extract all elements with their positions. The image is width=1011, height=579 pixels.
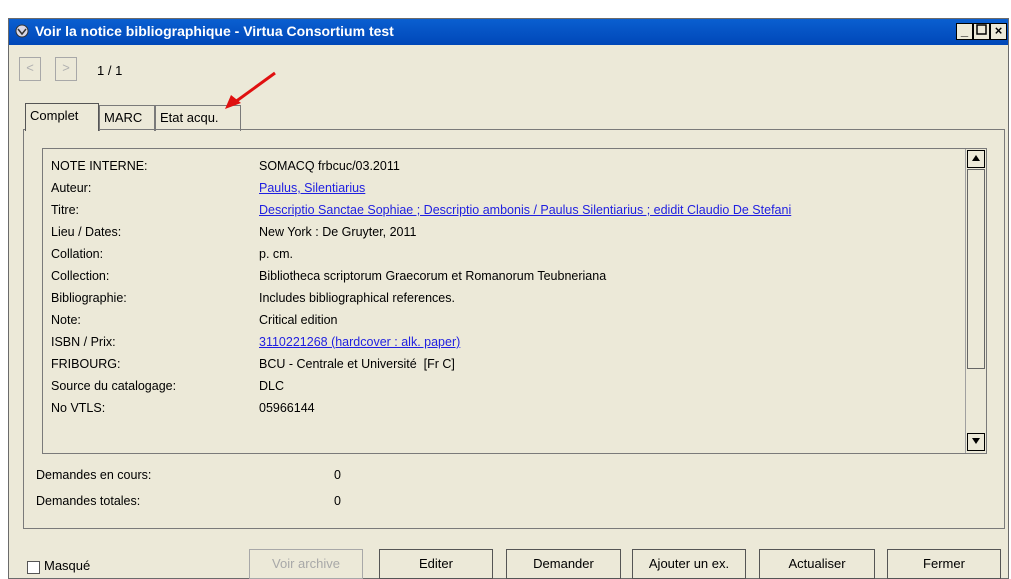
stat-value: 0 <box>334 468 341 482</box>
field-value: Critical edition <box>259 313 338 327</box>
maximize-icon <box>976 24 987 35</box>
field-label: FRIBOURG: <box>51 357 121 371</box>
field-label: NOTE INTERNE: <box>51 159 148 173</box>
field-value: New York : De Gruyter, 2011 <box>259 225 417 239</box>
row-fribourg: FRIBOURG: BCU - Centrale et Université [F… <box>51 353 956 375</box>
record-rows: NOTE INTERNE: SOMACQ frbcuc/03.2011 Auteu… <box>51 155 956 419</box>
field-label: ISBN / Prix: <box>51 335 116 349</box>
footer-bar: Masqué Voir archive Editer Demander Ajou… <box>9 539 1008 579</box>
tab-marc[interactable]: MARC <box>99 105 155 131</box>
row-bibliographie: Bibliographie: Includes bibliographical r… <box>51 287 956 309</box>
row-isbn: ISBN / Prix: 3110221268 (hardcover : alk.… <box>51 331 956 353</box>
vertical-scrollbar[interactable] <box>965 149 986 453</box>
row-collection: Collection: Bibliotheca scriptorum Graeco… <box>51 265 956 287</box>
field-label: Note: <box>51 313 81 327</box>
close-button[interactable]: Fermer <box>887 549 1001 579</box>
arrow-up-icon <box>972 155 980 161</box>
maximize-button[interactable] <box>973 23 990 40</box>
row-no-vtls: No VTLS: 05966144 <box>51 397 956 419</box>
edit-button[interactable]: Editer <box>379 549 493 579</box>
field-value: p. cm. <box>259 247 294 261</box>
add-copy-button[interactable]: Ajouter un ex. <box>632 549 746 579</box>
tab-panel: NOTE INTERNE: SOMACQ frbcuc/03.2011 Auteu… <box>23 129 1005 529</box>
scroll-up-button[interactable] <box>967 150 985 168</box>
row-auteur: Auteur: Paulus, Silentiarius <box>51 177 956 199</box>
author-link[interactable]: Paulus, Silentiarius <box>259 177 365 199</box>
hidden-checkbox[interactable] <box>27 561 40 574</box>
field-label: Collection: <box>51 269 110 283</box>
title-link[interactable]: Descriptio Sanctae Sophiae ; Descriptio … <box>259 199 791 221</box>
stat-value: 0 <box>334 494 341 508</box>
field-label: Lieu / Dates: <box>51 225 122 239</box>
field-label: Source du catalogage: <box>51 379 177 393</box>
stat-label: Demandes totales: <box>36 494 141 508</box>
hidden-checkbox-label[interactable]: Masqué <box>44 558 90 573</box>
row-source: Source du catalogage: DLC <box>51 375 956 397</box>
arrow-down-icon <box>972 438 980 444</box>
row-lieu-dates: Lieu / Dates: New York : De Gruyter, 2011 <box>51 221 956 243</box>
stat-label: Demandes en cours: <box>36 468 152 482</box>
field-label: Collation: <box>51 247 104 261</box>
stat-total: Demandes totales: 0 <box>36 488 436 514</box>
next-record-button[interactable]: > <box>55 57 77 81</box>
field-value: DLC <box>259 379 285 393</box>
annotation-arrow <box>225 71 276 109</box>
request-stats: Demandes en cours: 0 Demandes totales: 0 <box>36 462 436 514</box>
row-note: Note: Critical edition <box>51 309 956 331</box>
row-titre: Titre: Descriptio Sanctae Sophiae ; Descr… <box>51 199 956 221</box>
app-icon <box>15 24 29 38</box>
scrollbar-thumb[interactable] <box>967 169 985 369</box>
record-details: NOTE INTERNE: SOMACQ frbcuc/03.2011 Auteu… <box>42 148 987 454</box>
row-note-interne: NOTE INTERNE: SOMACQ frbcuc/03.2011 <box>51 155 956 177</box>
window-title: Voir la notice bibliographique - Virtua … <box>35 23 394 39</box>
field-label: No VTLS: <box>51 401 106 415</box>
field-value: 05966144 <box>259 401 315 415</box>
prev-record-button[interactable]: < <box>19 57 41 81</box>
stat-current: Demandes en cours: 0 <box>36 462 436 488</box>
record-pager: 1 / 1 <box>97 63 123 78</box>
request-button[interactable]: Demander <box>506 549 621 579</box>
refresh-button[interactable]: Actualiser <box>759 549 875 579</box>
view-archive-button[interactable]: Voir archive <box>249 549 363 579</box>
minimize-button[interactable]: _ <box>956 23 973 40</box>
title-bar[interactable]: Voir la notice bibliographique - Virtua … <box>9 19 1008 45</box>
close-window-button[interactable]: × <box>990 23 1007 40</box>
field-label: Bibliographie: <box>51 291 127 305</box>
record-window: Voir la notice bibliographique - Virtua … <box>8 18 1009 579</box>
field-value: Bibliotheca scriptorum Graecorum et Roma… <box>259 269 607 283</box>
scroll-down-button[interactable] <box>967 433 985 451</box>
row-collation: Collation: p. cm. <box>51 243 956 265</box>
field-value: BCU - Centrale et Université [Fr C] <box>259 357 455 371</box>
isbn-link[interactable]: 3110221268 (hardcover : alk. paper) <box>259 331 460 353</box>
field-value: SOMACQ frbcuc/03.2011 <box>259 159 400 173</box>
tab-complet[interactable]: Complet <box>25 103 99 131</box>
field-label: Titre: <box>51 203 80 217</box>
field-label: Auteur: <box>51 181 92 195</box>
field-value: Includes bibliographical references. <box>259 291 455 305</box>
